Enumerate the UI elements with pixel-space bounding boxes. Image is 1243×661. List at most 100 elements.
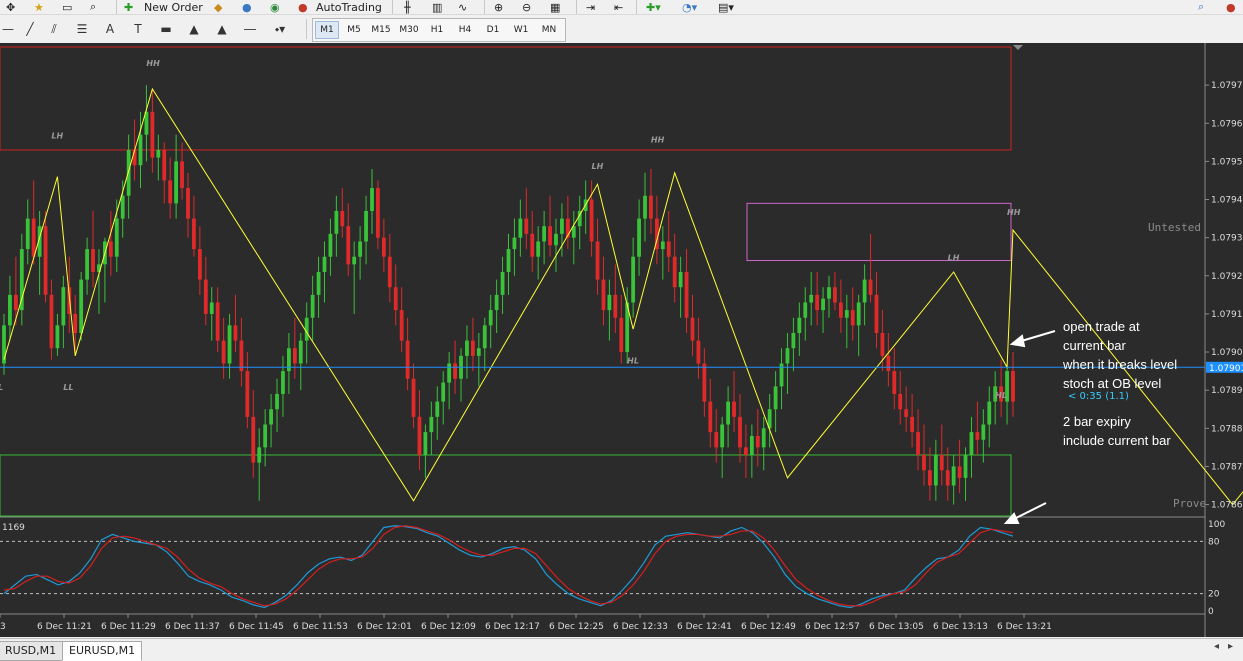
candle-body [963,454,968,478]
line-chart-icon[interactable]: ∿ [458,0,467,14]
candle-body [933,454,938,486]
candle-chart-icon[interactable]: ▥ [432,0,442,14]
candle-body [233,325,238,341]
trendline-icon[interactable]: ╱ [22,21,38,37]
candle-body [619,317,624,353]
candle-body [114,218,119,257]
timeframe-m15[interactable]: M15 [369,22,393,38]
candle-body [79,279,84,333]
timeframe-w1[interactable]: W1 [509,22,533,38]
candle-body [334,210,339,234]
candle-body [441,382,446,402]
candle-body [352,256,357,265]
meta-editor-icon[interactable]: ◆ [214,0,222,14]
candle-body [292,348,297,364]
candle-body [910,416,914,433]
candle-body [696,340,701,364]
candle-body [376,188,380,238]
arrow-down-icon[interactable]: ▲ [214,21,230,37]
candle-body [346,226,351,265]
price-tick-label: 1.07885 [1211,424,1243,434]
window-icon[interactable]: ▭ [62,0,72,14]
candle-body [803,302,808,318]
candle-body [560,218,564,234]
candle-body [708,401,713,433]
timeframe-h4[interactable]: H4 [453,22,477,38]
swing-label: HH [651,135,665,144]
candle-body [381,237,386,257]
candle-body [536,241,541,257]
templates-icon[interactable]: ▤▾ [718,0,734,14]
candle-body [714,432,719,448]
toolbar-separator [484,0,485,14]
rectangle-icon[interactable]: ▬ [158,21,174,37]
candle-body [393,287,398,311]
candle-body [197,249,202,280]
candle-body [702,363,707,402]
crosshair-icon[interactable]: ✥ [6,0,15,14]
timeframe-mn[interactable]: MN [537,22,561,38]
shapes-dropdown-icon[interactable]: ⬩▾ [272,21,288,37]
timeframe-h1[interactable]: H1 [425,22,449,38]
autoscroll-icon[interactable]: ⇤ [614,0,623,14]
tile-windows-icon[interactable]: ▦ [550,0,560,14]
search-icon[interactable]: ⌕ [90,0,96,14]
candle-body [530,233,535,257]
candle-body [91,249,95,272]
price-tick-label: 1.07955 [1211,157,1243,167]
bar-chart-icon[interactable]: ╫ [404,0,411,14]
stoch-axis-label: 0 [1208,607,1214,617]
timeframe-m1[interactable]: M1 [315,21,339,39]
user-icon[interactable]: ● [1226,0,1236,14]
candle-body [358,241,363,257]
time-tick-label: 6 Dec 11:45 [229,622,284,632]
zoom-in-icon[interactable]: ⊕ [494,0,503,14]
line-tool-icon[interactable]: ― [242,21,258,37]
swing-label: LH [592,162,604,171]
timeframe-m5[interactable]: M5 [342,22,366,38]
auto-trading-button[interactable]: AutoTrading [316,0,382,14]
text-label-icon[interactable]: T [130,21,146,37]
periods-icon[interactable]: ◔▾ [682,0,697,14]
candle-body [227,325,232,364]
candle-body [417,416,422,455]
candle-body [488,310,493,326]
candle-body [975,432,980,440]
new-order-button[interactable]: New Order [144,0,203,14]
candle-body [55,325,60,349]
favorites-icon[interactable]: ★ [34,0,44,14]
search-icon[interactable]: ⌕ [1198,0,1204,14]
horizontal-line-icon[interactable]: — [0,21,16,37]
timeframe-d1[interactable]: D1 [481,22,505,38]
candle-body [239,340,244,372]
candle-body [744,447,748,455]
swing-label: HL [995,391,1007,400]
market-watch-icon[interactable]: ● [242,0,252,14]
chart-shift-icon[interactable]: ⇥ [586,0,595,14]
candle-body [269,409,273,425]
auto-trading-icon[interactable]: ● [298,0,308,14]
tab-chart-2[interactable]: EURUSD,M1 [62,641,143,661]
time-tick-label: 6 Dec 11:21 [37,622,92,632]
toolbar-separator [576,0,577,14]
fibonacci-icon[interactable]: ☰ [74,21,90,37]
tab-scroll-left-icon[interactable]: ◂ [1214,641,1219,652]
tab-chart-1[interactable]: RUSD,M1 [0,641,64,661]
candle-body [370,188,374,211]
new-order-icon[interactable]: ✚ [124,0,133,14]
tab-scroll-right-icon[interactable]: ▸ [1228,641,1233,652]
text-icon[interactable]: A [102,21,118,37]
candle-body [25,218,30,250]
candle-body [773,386,778,410]
timeframe-m30[interactable]: M30 [397,22,421,38]
candle-body [542,226,547,242]
arrow-up-icon[interactable]: ▲ [186,21,202,37]
candle-body [726,401,731,425]
candle-body [631,256,636,303]
zoom-out-icon[interactable]: ⊖ [522,0,531,14]
equidistant-channel-icon[interactable]: ⫽ [46,21,62,37]
price-chart[interactable]: HHLHHHLHHLLLLLHHHHLLH 1.079751.079651.07… [0,43,1243,637]
navigator-icon[interactable]: ◉ [270,0,280,14]
indicators-icon[interactable]: ✚▾ [646,0,661,14]
candle-body [13,294,18,311]
